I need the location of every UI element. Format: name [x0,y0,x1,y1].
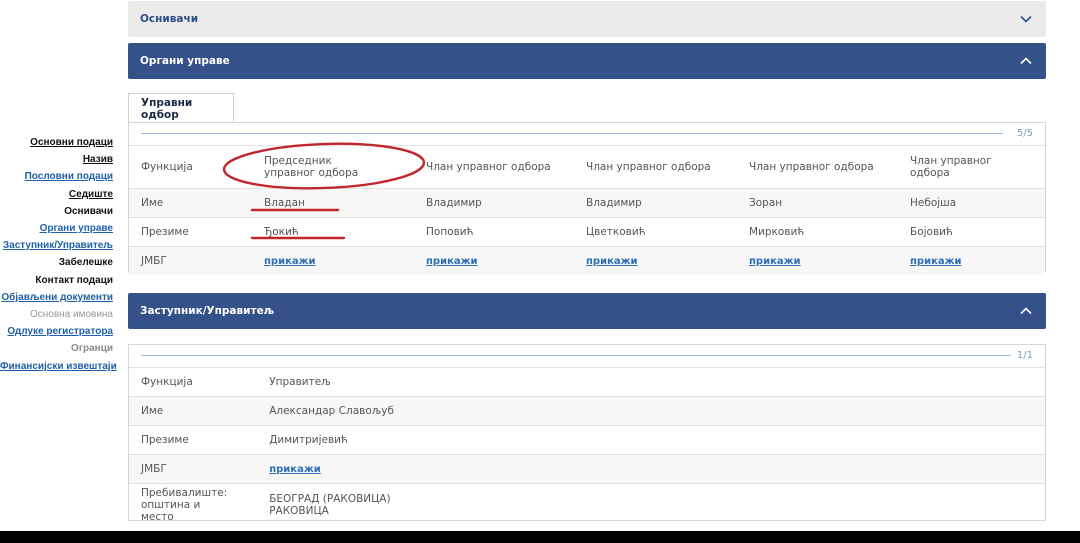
show-jmbg-link[interactable]: прикажи [749,256,801,267]
show-jmbg-link[interactable]: прикажи [910,256,962,267]
nav-item-representative[interactable]: Заступник/Управитељ [0,237,113,254]
member-function: Члан управног одбора [737,145,898,189]
representative-title: Заступник/Управитељ [140,305,275,317]
table-row: Презиме Ђокић Поповић Цветковић Мирковић… [129,217,1045,247]
nav-item-name[interactable]: Назив [0,151,113,168]
member-surname: Мирковић [737,217,898,247]
table-row: Функција Управитељ [129,367,1045,397]
nav-item-contact[interactable]: Контакт подаци [0,272,113,289]
representative-table: Функција Управитељ Име Александар Славољ… [129,367,1045,526]
member-name: Зоран [737,188,898,218]
show-jmbg-link[interactable]: прикажи [264,256,316,267]
row-value: Димитријевић [257,425,1045,455]
row-label: Презиме [129,217,252,247]
tab-management-board[interactable]: Управни одбор [128,93,234,123]
pagination-rule [141,133,1003,134]
table-row: Презиме Димитријевић [129,425,1045,455]
member-function: Члан управног одбора [574,145,737,189]
row-value: Управитељ [257,367,1045,397]
nav-item-notes[interactable]: Забелешке [0,254,113,271]
chevron-up-icon [1020,305,1032,317]
member-name: Владимир [574,188,737,218]
row-label: ЈМБГ [129,246,252,275]
founders-title: Оснивачи [140,13,199,25]
table-row: Функција Председник управног одбора Члан… [129,145,1045,189]
show-jmbg-link[interactable]: прикажи [426,256,478,267]
nav-item-founders[interactable]: Оснивачи [0,203,113,220]
governance-title: Органи управе [140,55,230,67]
table-row: Име Владан Владимир Владимир Зоран Небој… [129,188,1045,218]
member-name: Владан [252,188,414,218]
member-function: Члан управног одбора [898,145,1045,189]
table-row: ЈМБГ прикажи [129,454,1045,484]
nav-item-basic-data[interactable]: Основни подаци [0,134,113,151]
member-surname: Ђокић [252,217,414,247]
nav-item-governance[interactable]: Органи управе [0,220,113,237]
row-label: Презиме [129,425,258,455]
governance-accordion-header[interactable]: Органи управе [128,43,1046,79]
bottom-black-bar [0,531,1080,543]
member-surname: Цветковић [574,217,737,247]
row-label: Име [129,188,252,218]
row-label: Име [129,396,258,426]
row-label: Пребивалиште: општина и место [129,483,258,526]
nav-item-capital: Основна имовина [29,309,113,321]
member-surname: Бојовић [898,217,1045,247]
governance-counter: 5/5 [1016,128,1033,139]
show-jmbg-link[interactable]: прикажи [269,464,321,475]
table-row: Пребивалиште: општина и место БЕОГРАД (Р… [129,483,1045,526]
pagination-rule [141,355,1011,356]
member-name: Владимир [414,188,574,218]
chevron-down-icon [1020,13,1032,25]
nav-item-seat[interactable]: Седиште [0,186,113,203]
nav-item-published-documents[interactable]: Објављени документи [0,289,113,306]
row-label: Функција [129,145,252,189]
row-value: Александар Славољуб [257,396,1045,426]
member-function: Члан управног одбора [414,145,574,189]
member-name: Небојша [898,188,1045,218]
representative-accordion-header[interactable]: Заступник/Управитељ [128,293,1046,329]
board-table: Функција Председник управног одбора Члан… [129,145,1045,275]
member-function: Председник управног одбора [252,145,414,189]
member-surname: Поповић [414,217,574,247]
representative-panel: 1/1 Функција Управитељ Име Александар Сл… [128,344,1046,526]
nav-item-financial-reports[interactable]: Финансијски извештаји [0,358,117,375]
tab-label: Управни одбор [141,96,193,121]
row-label: Функција [129,367,258,397]
show-jmbg-link[interactable]: прикажи [586,256,638,267]
row-value: БЕОГРАД (РАКОВИЦА) РАКОВИЦА [257,483,1045,526]
table-row: ЈМБГ прикажи прикажи прикажи прикажи при… [129,246,1045,275]
nav-item-branches: Огранци [71,343,113,355]
founders-accordion-header[interactable]: Оснивачи [128,1,1046,37]
governance-panel: 5/5 Функција Председник управног одбора … [128,122,1046,275]
nav-item-registrar-decisions[interactable]: Одлуке регистратора [0,323,113,340]
chevron-up-icon [1020,55,1032,67]
row-label: ЈМБГ [129,454,258,484]
left-nav: Основни подаци Назив Пословни подаци Сед… [0,134,117,375]
table-row: Име Александар Славољуб [129,396,1045,426]
representative-counter: 1/1 [1016,350,1033,361]
nav-item-business-data[interactable]: Пословни подаци [0,168,113,185]
